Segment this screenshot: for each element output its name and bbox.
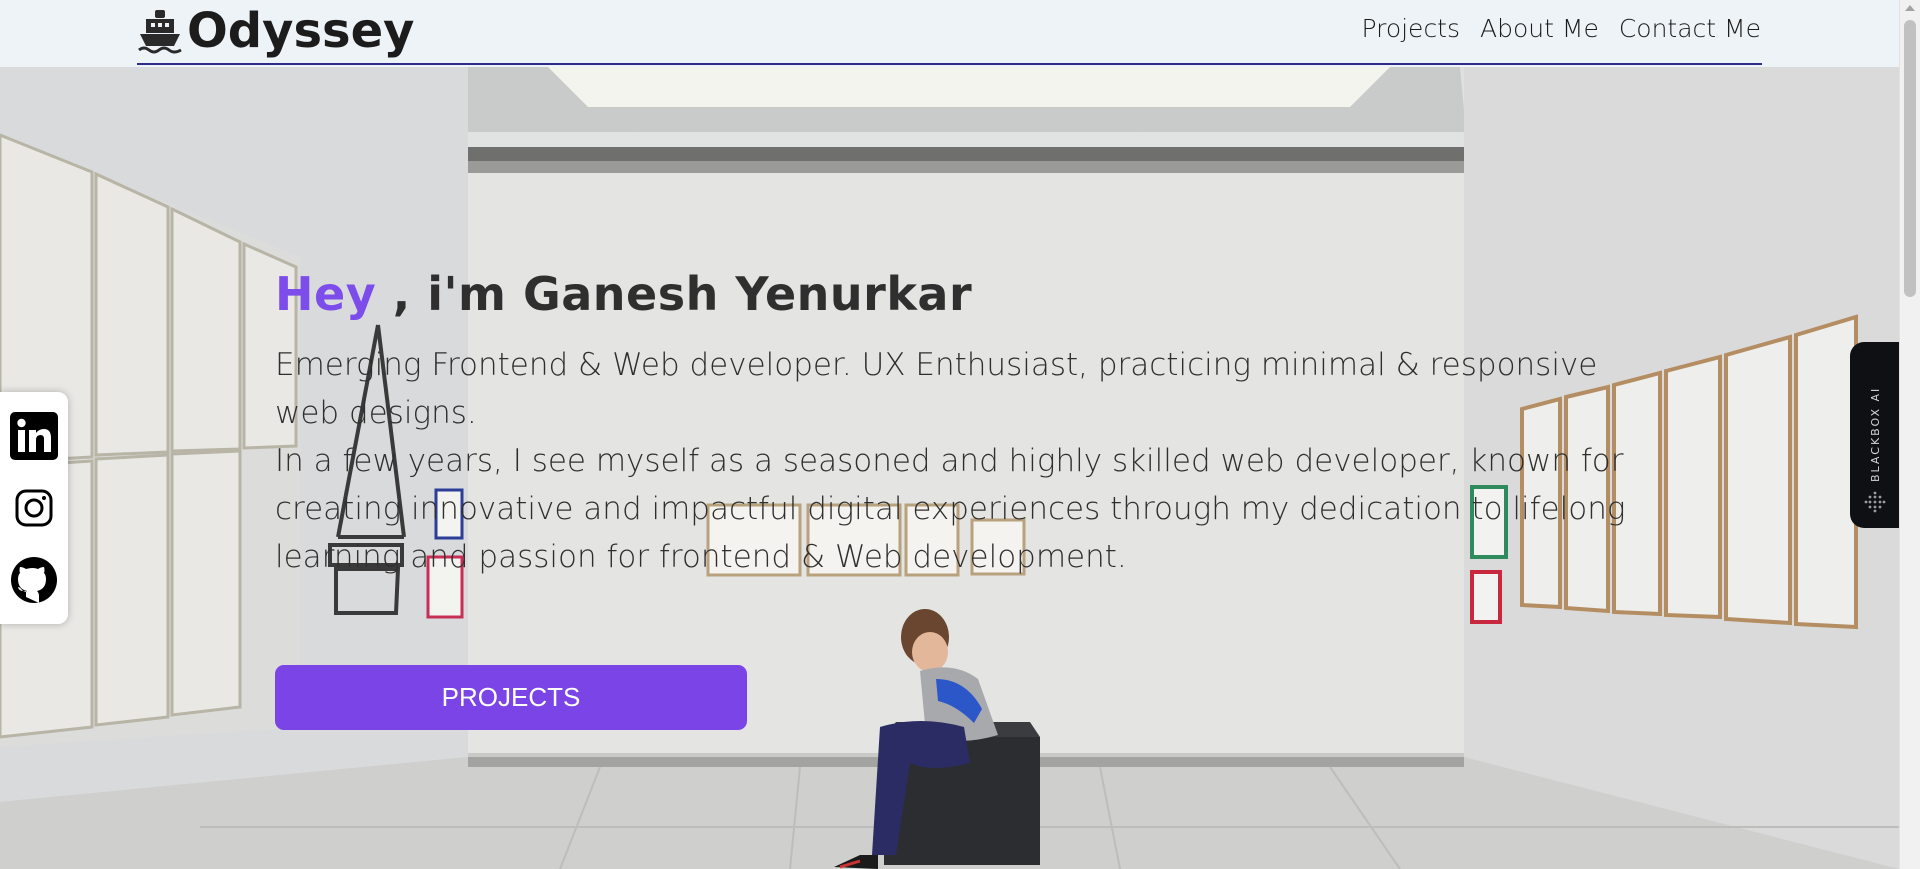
blackbox-ai-label: BLACKBOX AI <box>1868 386 1882 482</box>
nav-link-contact-me[interactable]: Contact Me <box>1619 14 1761 43</box>
ship-icon <box>138 10 182 54</box>
blackbox-logo-icon <box>1864 491 1886 513</box>
hero-section: Hey , i'm Ganesh Yenurkar Emerging Front… <box>0 67 1899 869</box>
scrollbar-thumb[interactable] <box>1904 20 1916 297</box>
main-nav: Projects About Me Contact Me <box>1361 14 1761 43</box>
nav-link-about-me[interactable]: About Me <box>1480 14 1599 43</box>
hero-description-line-1: Emerging Frontend & Web developer. UX En… <box>275 347 1598 431</box>
brand-name: Odyssey <box>187 3 415 59</box>
header-divider <box>137 63 1762 65</box>
instagram-icon[interactable] <box>10 484 58 532</box>
hero-description-line-2: In a few years, I see myself as a season… <box>275 443 1626 575</box>
hero-title: Hey , i'm Ganesh Yenurkar <box>275 267 972 321</box>
nav-link-projects[interactable]: Projects <box>1361 14 1460 43</box>
site-header: Odyssey Projects About Me Contact Me <box>0 0 1899 67</box>
projects-button[interactable]: PROJECTS <box>275 665 747 730</box>
social-links <box>0 392 68 624</box>
github-icon[interactable] <box>10 556 58 604</box>
hero-description: Emerging Frontend & Web developer. UX En… <box>275 341 1655 581</box>
scroll-up-arrow-icon[interactable] <box>1905 5 1915 11</box>
linkedin-icon[interactable] <box>10 412 58 460</box>
blackbox-ai-widget[interactable]: BLACKBOX AI <box>1850 342 1900 528</box>
hero-greeting: Hey <box>275 267 377 321</box>
page-scrollbar[interactable] <box>1899 0 1920 869</box>
hero-name: , i'm Ganesh Yenurkar <box>376 267 973 321</box>
brand-logo[interactable]: Odyssey <box>137 2 414 60</box>
